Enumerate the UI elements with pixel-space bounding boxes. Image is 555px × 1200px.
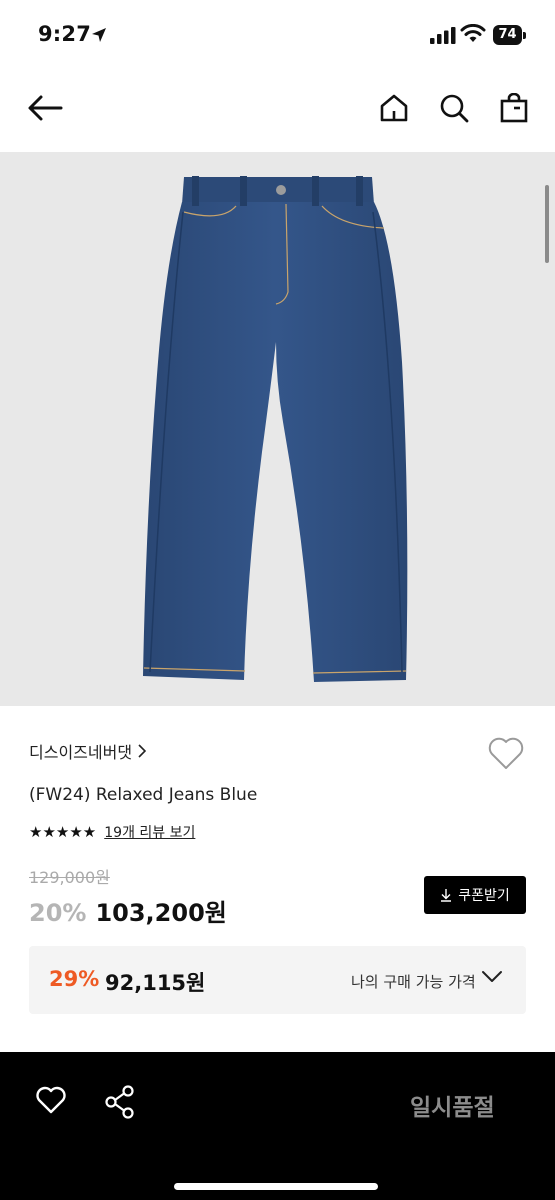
product-image[interactable] — [0, 152, 555, 706]
back-button[interactable] — [25, 88, 65, 128]
my-price: 92,115원 — [105, 971, 206, 995]
home-button[interactable] — [374, 88, 414, 128]
heart-icon[interactable] — [35, 1085, 67, 1115]
brand-name: 디스이즈네버댓 — [29, 743, 133, 762]
cellular-signal-icon — [430, 27, 456, 44]
chevron-right-icon — [138, 744, 147, 758]
jeans-image — [143, 176, 408, 682]
wifi-icon — [460, 24, 486, 42]
coupon-button[interactable]: 쿠폰받기 — [424, 876, 526, 914]
rating-stars: ★★★★★ — [29, 823, 97, 841]
battery-icon: 74 — [493, 25, 526, 45]
image-scrollbar[interactable] — [545, 185, 549, 263]
original-price: 129,000원 — [29, 868, 110, 887]
rating-row: ★★★★★ 19개 리뷰 보기 — [29, 822, 195, 842]
coupon-label: 쿠폰받기 — [458, 888, 510, 904]
download-icon — [441, 889, 452, 902]
share-icon[interactable] — [104, 1085, 136, 1119]
search-icon — [440, 94, 469, 123]
sale-price: 103,200원 — [95, 899, 227, 927]
shopping-bag-icon — [500, 93, 528, 123]
battery-level: 74 — [493, 25, 522, 45]
cart-button[interactable] — [494, 88, 534, 128]
chevron-down-icon — [482, 971, 502, 982]
my-price-box[interactable]: 29% 92,115원 나의 구매 가능 가격 — [29, 946, 526, 1014]
my-discount-rate: 29% — [49, 967, 100, 991]
wishlist-heart-icon[interactable] — [487, 735, 525, 771]
review-link[interactable]: 19개 리뷰 보기 — [104, 822, 195, 842]
home-icon — [380, 94, 408, 122]
status-bar: 9:27 74 — [0, 0, 555, 70]
status-time: 9:27 — [38, 22, 92, 46]
back-arrow-icon — [28, 95, 63, 121]
search-button[interactable] — [434, 88, 474, 128]
bottom-action-bar: 일시품절 — [0, 1052, 555, 1200]
price-row: 20% 103,200원 — [29, 893, 227, 928]
my-price-label: 나의 구매 가능 가격 — [351, 973, 476, 991]
top-nav — [0, 70, 555, 152]
soldout-button[interactable]: 일시품절 — [410, 1088, 495, 1122]
product-title: (FW24) Relaxed Jeans Blue — [29, 785, 258, 805]
discount-rate: 20% — [29, 899, 87, 927]
location-arrow-icon — [92, 28, 106, 42]
home-indicator — [174, 1183, 378, 1190]
brand-link[interactable]: 디스이즈네버댓 — [29, 739, 147, 763]
